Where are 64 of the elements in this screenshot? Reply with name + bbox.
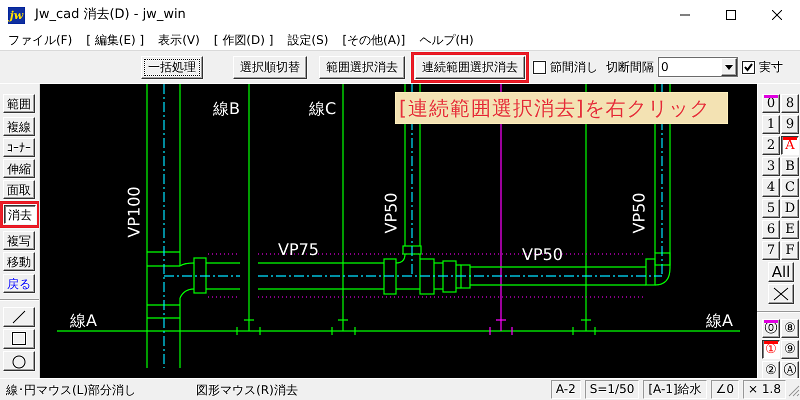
status-field: S=1/50 <box>584 380 640 399</box>
tool-button[interactable]: 戻る <box>3 274 35 293</box>
drawing-label: VP50 <box>522 245 563 264</box>
tool-button[interactable]: 伸縮 <box>3 159 35 178</box>
tool-button[interactable]: ｺｰﾅｰ <box>3 138 35 157</box>
layer-button[interactable]: 3 <box>762 157 780 176</box>
drawing-label: VP50 <box>382 192 400 234</box>
drawing-label: VP75 <box>278 240 319 259</box>
menu-item[interactable]: ヘルプ(H) <box>419 31 474 49</box>
menu-item[interactable]: [ 編集(E) ] <box>86 31 144 49</box>
layer-group-button[interactable]: ② <box>762 361 780 378</box>
field-label: 切断間隔 <box>606 59 654 76</box>
layer-button[interactable]: 5 <box>762 199 780 218</box>
drawing-label: 線C <box>309 99 336 118</box>
status-field: [A-1]給水 <box>643 380 707 399</box>
layer-button[interactable]: D <box>781 199 799 218</box>
checkbox-label: 実寸 <box>759 59 783 76</box>
status-field: × 1.8 <box>743 380 786 399</box>
layer-button[interactable]: B <box>781 157 799 176</box>
tool-button[interactable]: 移動 <box>3 252 35 271</box>
all-layers-button[interactable]: All <box>768 262 794 282</box>
interval-dropdown[interactable]: 0 <box>658 57 738 77</box>
status-field: A-2 <box>550 380 581 399</box>
layer-button[interactable]: 4 <box>762 178 780 197</box>
drawing-label: 線B <box>213 99 240 118</box>
layer-button[interactable]: C <box>781 178 799 197</box>
tool-button[interactable]: 範囲 <box>3 94 35 113</box>
tool-button[interactable]: 消去 <box>4 205 36 224</box>
drawing-label: 線A <box>70 311 97 330</box>
app-logo: jw <box>8 6 25 24</box>
layer-button[interactable]: 7 <box>762 241 780 260</box>
callout: [連続範囲選択消去]を右クリック <box>395 92 728 124</box>
status-field: ∠0 <box>710 380 740 399</box>
menu-item[interactable]: [ 作図(D) ] <box>214 31 274 49</box>
command-button[interactable]: 連続範囲選択消去 <box>415 56 525 78</box>
layer-group-button[interactable]: ⑧ <box>781 319 799 338</box>
layer-button[interactable]: A <box>781 136 799 155</box>
menu-item[interactable]: [その他(A)] <box>342 31 406 49</box>
checkbox-label: 節間消し <box>550 59 598 76</box>
layer-button[interactable]: 9 <box>781 115 799 134</box>
tool-button[interactable]: 面取 <box>3 180 35 199</box>
status-hint: 線･円マウス(L)部分消し <box>6 382 136 398</box>
drawing-label: VP100 <box>124 186 144 238</box>
tool-button[interactable]: 複線 <box>3 117 35 136</box>
command-button[interactable]: 一括処理 <box>141 56 203 78</box>
menu-item[interactable]: 設定(S) <box>287 31 328 49</box>
menu-item[interactable]: ファイル(F) <box>8 31 72 49</box>
menu-item[interactable]: 表示(V) <box>158 31 200 49</box>
layer-button[interactable]: 8 <box>781 94 799 113</box>
layer-button[interactable]: E <box>781 220 799 239</box>
dropdown-value: 0 <box>661 59 669 76</box>
window-title: Jw_cad 消去(D) - jw_win <box>35 6 186 24</box>
command-button[interactable]: 範囲選択消去 <box>319 56 405 78</box>
layer-button[interactable]: 1 <box>762 115 780 134</box>
drawing-label: 線A <box>706 311 733 330</box>
layer-button[interactable]: 6 <box>762 220 780 239</box>
layer-button[interactable]: F <box>781 241 799 260</box>
command-button[interactable]: 選択順切替 <box>233 56 307 78</box>
layer-group-button[interactable]: ⑨ <box>781 340 799 359</box>
layer-button[interactable]: 2 <box>762 136 780 155</box>
status-hint: 図形マウス(R)消去 <box>196 382 298 398</box>
drawing-label: VP50 <box>630 192 648 234</box>
layer-group-button[interactable]: Ⓐ <box>781 361 799 378</box>
tool-button[interactable]: 複写 <box>3 231 35 250</box>
